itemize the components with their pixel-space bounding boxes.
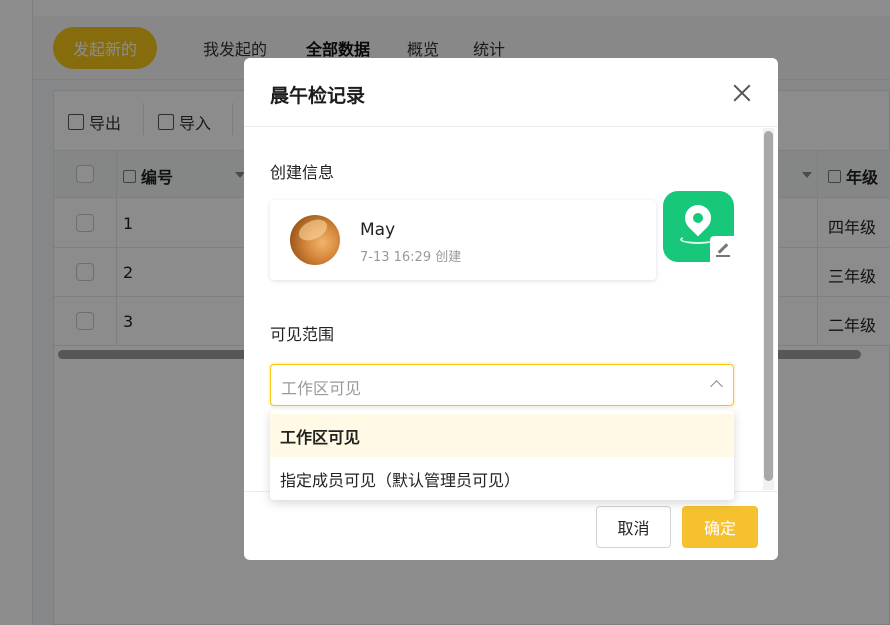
record-dialog: 晨午检记录 创建信息 May 7-13 16:29 创建 可见范围 工作区可见 … [244,58,778,560]
visibility-dropdown: 工作区可见 指定成员可见（默认管理员可见） [270,410,734,500]
pin-shape [679,199,717,237]
close-icon[interactable] [731,82,753,104]
visibility-label: 可见范围 [270,325,335,344]
option-workspace-visible[interactable]: 工作区可见 [270,414,734,457]
select-value: 工作区可见 [281,379,362,398]
pin-dot [690,210,706,226]
creator-name: May [360,220,396,240]
avatar [290,215,340,265]
edit-icon[interactable] [710,236,736,262]
divider [244,126,778,127]
chevron-up-icon [710,380,723,393]
vertical-scrollbar[interactable] [764,131,773,481]
confirm-button[interactable]: 确定 [682,506,758,548]
dialog-title: 晨午检记录 [270,85,366,107]
creator-section-label: 创建信息 [270,163,335,182]
creator-card: May 7-13 16:29 创建 [270,200,656,280]
visibility-select[interactable]: 工作区可见 [270,364,734,406]
option-specified-members[interactable]: 指定成员可见（默认管理员可见） [270,457,734,500]
cancel-button[interactable]: 取消 [596,506,671,548]
created-time: 7-13 16:29 创建 [360,250,462,265]
